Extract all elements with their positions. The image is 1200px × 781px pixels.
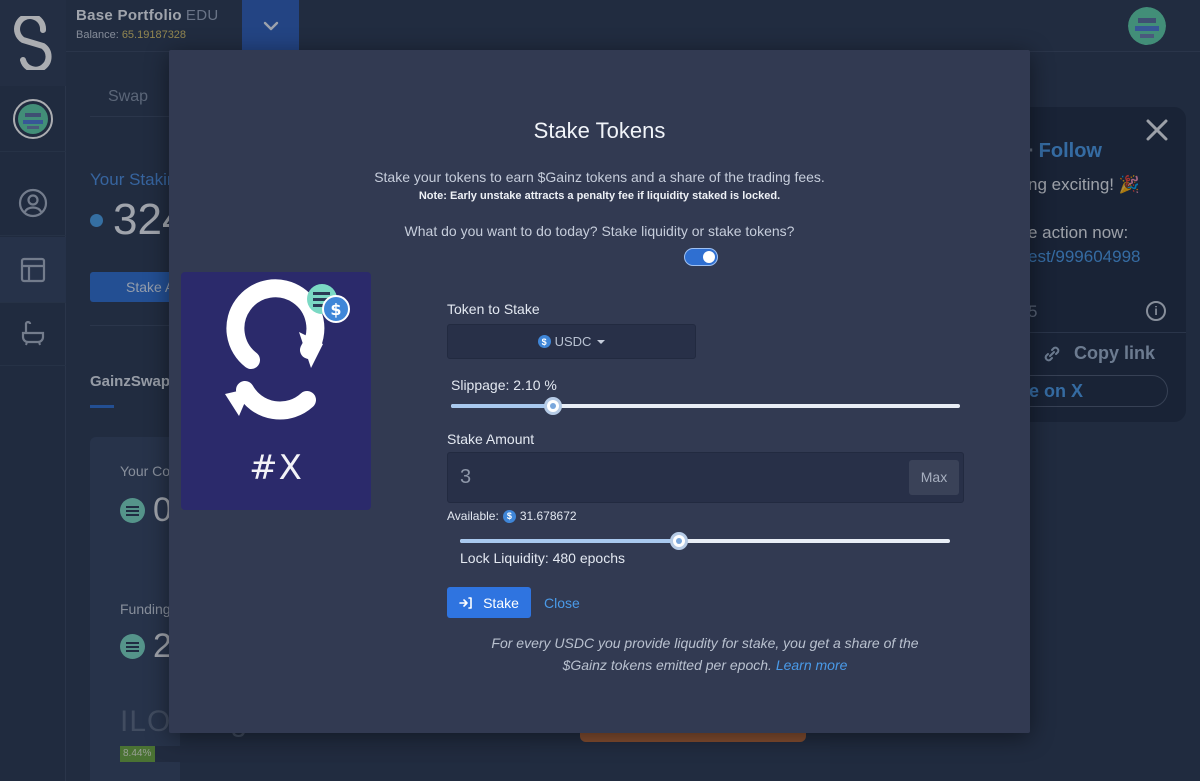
stake-mode-question: What do you want to do today? Stake liqu… <box>404 223 795 239</box>
footer-text: For every USDC you provide liqudity for … <box>491 635 919 673</box>
stake-footer-note: For every USDC you provide liqudity for … <box>469 632 941 676</box>
stake-mode-toggle[interactable] <box>684 248 718 266</box>
toggle-knob <box>703 251 715 263</box>
max-button[interactable]: Max <box>909 460 959 495</box>
close-link[interactable]: Close <box>544 595 580 611</box>
caret-down-icon <box>597 339 606 344</box>
token-label: Token to Stake <box>447 301 540 317</box>
gainz-refresh-logo-icon: $ <box>225 279 350 420</box>
promo-hashtag: #X <box>249 448 303 488</box>
stake-tokens-modal: $ #X Stake Tokens Stake your tokens to e… <box>169 50 1030 733</box>
token-select[interactable]: $ USDC <box>447 324 696 359</box>
stake-amount-field: Max <box>447 452 964 503</box>
slippage-slider-thumb[interactable] <box>543 397 562 415</box>
sign-in-icon <box>459 596 472 609</box>
slippage-slider[interactable] <box>451 397 960 415</box>
svg-text:$: $ <box>330 300 341 319</box>
lock-liquidity-label: Lock Liquidity: 480 epochs <box>460 550 625 566</box>
learn-more-link[interactable]: Learn more <box>776 657 848 673</box>
usdc-icon: $ <box>537 335 551 348</box>
slippage-label: Slippage: 2.10 % <box>451 377 557 393</box>
token-selected-value: USDC <box>554 334 592 349</box>
usdc-icon: $ <box>502 509 516 523</box>
lock-slider-fill <box>460 539 680 543</box>
stake-amount-label: Stake Amount <box>447 431 535 447</box>
stake-button-label: Stake <box>483 594 519 611</box>
available-balance: Available: $ 31.678672 <box>447 509 577 523</box>
available-label: Available: <box>447 509 499 523</box>
lock-slider-thumb[interactable] <box>670 532 689 550</box>
modal-title: Stake Tokens <box>533 118 666 143</box>
stake-amount-input[interactable] <box>448 453 903 502</box>
lock-liquidity-slider[interactable] <box>460 532 950 550</box>
slippage-slider-fill <box>451 404 553 408</box>
available-value: 31.678672 <box>519 509 577 523</box>
stake-button[interactable]: Stake <box>447 587 531 618</box>
modal-subtitle: Stake your tokens to earn $Gainz tokens … <box>374 169 825 185</box>
modal-note: Note: Early unstake attracts a penalty f… <box>418 190 781 202</box>
promo-image: $ #X <box>181 272 371 510</box>
